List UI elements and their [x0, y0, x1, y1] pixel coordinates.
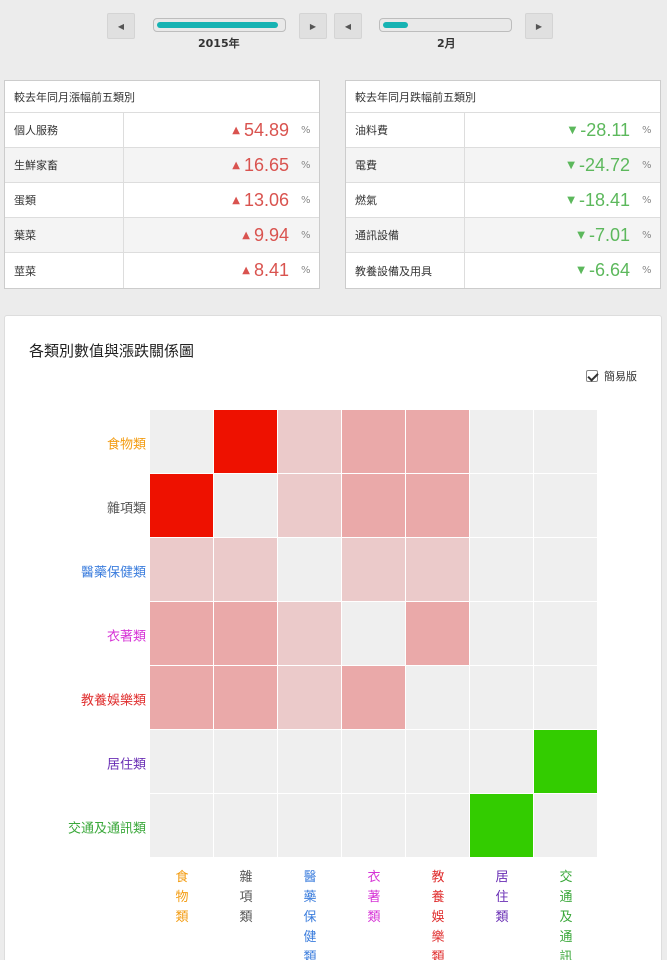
heatmap-cell[interactable]	[534, 602, 597, 665]
heatmap-cell[interactable]	[214, 538, 277, 601]
heatmap-cell[interactable]	[150, 602, 213, 665]
heatmap-cell[interactable]	[214, 410, 277, 473]
heatmap-cell[interactable]	[278, 538, 341, 601]
heatmap-cell[interactable]	[406, 410, 469, 473]
heatmap-column-label: 食物類	[175, 870, 189, 925]
heatmap-cell[interactable]	[406, 794, 469, 857]
heatmap-cell[interactable]	[150, 730, 213, 793]
heatmap-column-label: 交通及通訊類	[559, 870, 573, 960]
heatmap-cell[interactable]	[534, 474, 597, 537]
heatmap-cell[interactable]	[470, 666, 533, 729]
heatmap-cell[interactable]	[406, 602, 469, 665]
heatmap-row-label: 教養娛樂類	[80, 693, 146, 709]
heatmap-cell[interactable]	[214, 794, 277, 857]
heatmap-row-label: 食物類	[106, 437, 146, 453]
heatmap-cell[interactable]	[342, 730, 405, 793]
heatmap-cell[interactable]	[470, 602, 533, 665]
heatmap-cell[interactable]	[406, 666, 469, 729]
heatmap-cell[interactable]	[214, 666, 277, 729]
heatmap-column-label: 教養娛樂類	[431, 870, 445, 960]
heatmap-cell[interactable]	[534, 794, 597, 857]
heatmap-cell[interactable]	[534, 538, 597, 601]
heatmap-cell[interactable]	[150, 410, 213, 473]
heatmap-row-label: 衣著類	[106, 629, 146, 645]
heatmap-row-label: 居住類	[106, 757, 146, 773]
heatmap-cell[interactable]	[278, 730, 341, 793]
heatmap-cell[interactable]	[150, 474, 213, 537]
heatmap-row-label: 雜項類	[106, 501, 146, 517]
heatmap-cell[interactable]	[406, 730, 469, 793]
heatmap-cell[interactable]	[214, 474, 277, 537]
heatmap-cell[interactable]	[342, 474, 405, 537]
heatmap-cell[interactable]	[150, 794, 213, 857]
heatmap-cell[interactable]	[342, 602, 405, 665]
heatmap-cell[interactable]	[214, 730, 277, 793]
heatmap-cell[interactable]	[470, 730, 533, 793]
heatmap-row-label: 交通及通訊類	[67, 821, 146, 837]
heatmap-cell[interactable]	[534, 730, 597, 793]
heatmap-cell[interactable]	[342, 538, 405, 601]
heatmap-cell[interactable]	[278, 474, 341, 537]
heatmap-cell[interactable]	[342, 410, 405, 473]
heatmap-cell[interactable]	[406, 474, 469, 537]
heatmap-cell[interactable]	[470, 474, 533, 537]
heatmap-cell[interactable]	[406, 538, 469, 601]
heatmap-cell[interactable]	[278, 602, 341, 665]
heatmap-cell[interactable]	[150, 666, 213, 729]
heatmap-cell[interactable]	[278, 410, 341, 473]
heatmap-cell[interactable]	[214, 602, 277, 665]
heatmap-column-label: 衣著類	[367, 870, 381, 925]
heatmap-cell[interactable]	[150, 538, 213, 601]
heatmap-cell[interactable]	[278, 794, 341, 857]
heatmap-cell[interactable]	[534, 666, 597, 729]
heatmap-cell[interactable]	[470, 794, 533, 857]
heatmap-row-label: 醫藥保健類	[80, 565, 146, 581]
heatmap-cell[interactable]	[342, 666, 405, 729]
correlation-heatmap	[150, 410, 597, 857]
heatmap-cell[interactable]	[534, 410, 597, 473]
heatmap-cell[interactable]	[342, 794, 405, 857]
heatmap-cell[interactable]	[278, 666, 341, 729]
heatmap-cell[interactable]	[470, 410, 533, 473]
heatmap-column-label: 雜項類	[239, 870, 253, 925]
heatmap-column-label: 居住類	[495, 870, 509, 925]
heatmap-cell[interactable]	[470, 538, 533, 601]
heatmap-column-label: 醫藥保健類	[303, 870, 317, 960]
